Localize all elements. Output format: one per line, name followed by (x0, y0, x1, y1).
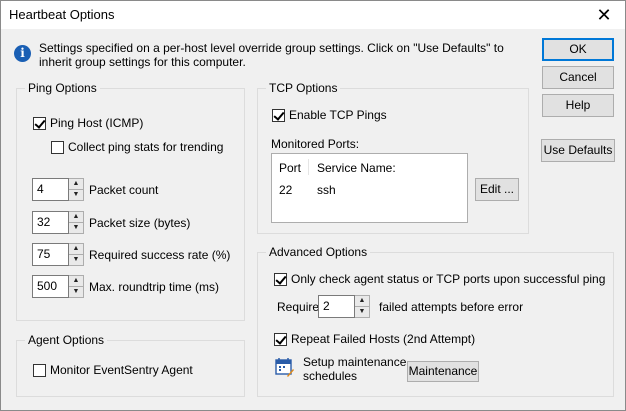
require-attempts-input[interactable]: 2 (318, 295, 355, 318)
failed-attempts-label: failed attempts before error (379, 299, 524, 314)
up-arrow-icon[interactable]: ▲ (69, 179, 83, 190)
up-arrow-icon[interactable]: ▲ (69, 212, 83, 223)
packet-size-spinner[interactable]: 32 ▲ ▼ Packet size (bytes) (32, 211, 190, 234)
up-arrow-icon[interactable]: ▲ (69, 244, 83, 255)
use-defaults-button[interactable]: Use Defaults (541, 139, 615, 162)
agent-options-title: Agent Options (25, 333, 108, 347)
service-column-header[interactable]: Service Name: (317, 161, 396, 175)
monitor-agent-check-box[interactable] (33, 363, 46, 377)
info-message: Settings specified on a per-host level o… (39, 41, 504, 69)
window-title: Heartbeat Options (9, 7, 115, 22)
enable-tcp-checkbox[interactable]: Enable TCP Pings (272, 108, 387, 122)
info-icon: i (14, 45, 31, 62)
collect-ping-stats-checkbox[interactable]: Collect ping stats for trending (51, 140, 223, 154)
require-label: Require (277, 300, 320, 314)
port-cell: 22 (279, 183, 293, 197)
monitored-ports-label: Monitored Ports: (271, 137, 360, 151)
packet-size-input[interactable]: 32 (32, 211, 69, 234)
ok-button[interactable]: OK (542, 38, 614, 61)
ping-host-check-box[interactable] (33, 116, 46, 130)
tcp-options-title: TCP Options (266, 81, 341, 95)
packet-count-input[interactable]: 4 (32, 178, 69, 201)
only-check-checkbox[interactable]: Only check agent status or TCP ports upo… (274, 272, 605, 286)
edit-ports-button[interactable]: Edit ... (475, 178, 519, 201)
column-separator (308, 159, 309, 175)
ping-host-checkbox[interactable]: Ping Host (ICMP) (33, 116, 143, 130)
service-cell: ssh (317, 183, 336, 197)
success-rate-input[interactable]: 75 (32, 243, 69, 266)
packet-size-label: Packet size (bytes) (89, 215, 191, 230)
collect-ping-stats-label: Collect ping stats for trending (68, 140, 224, 154)
down-arrow-icon[interactable]: ▼ (69, 287, 83, 297)
packet-size-stepper[interactable]: ▲ ▼ (69, 211, 84, 234)
monitor-agent-checkbox[interactable]: Monitor EventSentry Agent (33, 363, 193, 377)
collect-ping-stats-check-box[interactable] (51, 140, 64, 154)
maintenance-button[interactable]: Maintenance (407, 361, 479, 382)
success-rate-stepper[interactable]: ▲ ▼ (69, 243, 84, 266)
monitored-ports-list[interactable]: Port Service Name: 22 ssh (271, 153, 468, 223)
help-button[interactable]: Help (542, 94, 614, 117)
only-check-label: Only check agent status or TCP ports upo… (291, 272, 606, 286)
down-arrow-icon[interactable]: ▼ (69, 223, 83, 233)
repeat-failed-check-box[interactable] (274, 332, 287, 346)
down-arrow-icon[interactable]: ▼ (355, 307, 369, 317)
down-arrow-icon[interactable]: ▼ (69, 190, 83, 200)
require-attempts-stepper[interactable]: ▲ ▼ (355, 295, 370, 318)
title-bar: Heartbeat Options ✕ (1, 1, 625, 29)
calendar-wrench-icon (275, 358, 294, 377)
only-check-check-box[interactable] (274, 272, 287, 286)
packet-count-spinner[interactable]: 4 ▲ ▼ Packet count (32, 178, 158, 201)
advanced-options-title: Advanced Options (266, 245, 371, 259)
enable-tcp-label: Enable TCP Pings (289, 108, 387, 122)
maintenance-label-line2: schedules (303, 369, 358, 383)
close-icon[interactable]: ✕ (587, 3, 621, 27)
repeat-failed-label: Repeat Failed Hosts (2nd Attempt) (291, 332, 476, 346)
success-rate-label: Required success rate (%) (89, 247, 231, 262)
roundtrip-input[interactable]: 500 (32, 275, 69, 298)
ping-host-label: Ping Host (ICMP) (50, 116, 144, 130)
down-arrow-icon[interactable]: ▼ (69, 255, 83, 265)
success-rate-spinner[interactable]: 75 ▲ ▼ Required success rate (%) (32, 243, 230, 266)
enable-tcp-check-box[interactable] (272, 108, 285, 122)
roundtrip-label: Max. roundtrip time (ms) (89, 279, 220, 294)
cancel-button[interactable]: Cancel (542, 66, 614, 89)
ping-options-title: Ping Options (25, 81, 100, 95)
up-arrow-icon[interactable]: ▲ (69, 276, 83, 287)
require-attempts-spinner[interactable]: 2 ▲ ▼ failed attempts before error (318, 295, 523, 318)
roundtrip-stepper[interactable]: ▲ ▼ (69, 275, 84, 298)
packet-count-stepper[interactable]: ▲ ▼ (69, 178, 84, 201)
repeat-failed-checkbox[interactable]: Repeat Failed Hosts (2nd Attempt) (274, 332, 475, 346)
up-arrow-icon[interactable]: ▲ (355, 296, 369, 307)
packet-count-label: Packet count (89, 182, 159, 197)
maintenance-label-line1: Setup maintenance (303, 355, 407, 369)
roundtrip-spinner[interactable]: 500 ▲ ▼ Max. roundtrip time (ms) (32, 275, 219, 298)
port-column-header[interactable]: Port (279, 161, 315, 175)
heartbeat-options-dialog: Heartbeat Options ✕ i Settings specified… (0, 0, 626, 411)
monitor-agent-label: Monitor EventSentry Agent (50, 363, 193, 377)
